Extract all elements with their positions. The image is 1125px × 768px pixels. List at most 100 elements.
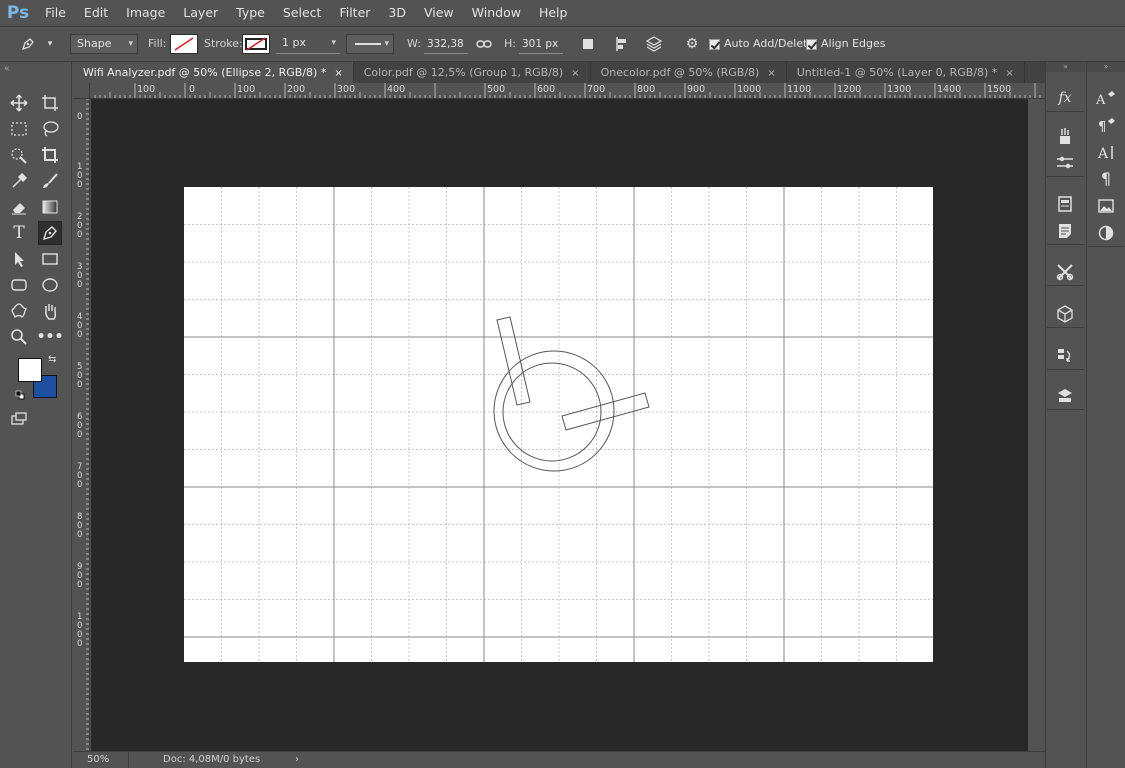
tools-icon[interactable] <box>1047 258 1083 285</box>
chevron-down-icon: ▾ <box>128 39 133 49</box>
stroke-label: Stroke: <box>204 37 243 50</box>
vertical-scrollbar[interactable] <box>1028 99 1045 751</box>
menu-edit[interactable]: Edit <box>75 0 117 26</box>
screen-mode-icon[interactable] <box>7 407 31 431</box>
tool-mode-select[interactable]: Shape ▾ <box>70 34 138 54</box>
gear-icon[interactable]: ⚙ <box>682 34 702 54</box>
menu-type[interactable]: Type <box>227 0 274 26</box>
history-icon[interactable] <box>1047 342 1083 369</box>
menu-help[interactable]: Help <box>530 0 577 26</box>
align-edges-checkbox[interactable]: Align Edges <box>806 34 886 54</box>
type-icon[interactable]: T <box>7 221 31 245</box>
default-colors-icon[interactable] <box>15 389 25 400</box>
swap-colors-icon[interactable]: ⇆ <box>48 354 56 365</box>
ellipse-icon[interactable] <box>38 273 62 297</box>
custom-shape-icon[interactable] <box>7 299 31 323</box>
crop-icon[interactable] <box>38 143 62 167</box>
horizontal-ruler[interactable]: 100 0 100 200 300 400 500 600 700 800 90… <box>90 83 1045 99</box>
stroke-swatch[interactable] <box>242 34 270 54</box>
menu-filter[interactable]: Filter <box>330 0 379 26</box>
layers-icon[interactable] <box>1047 382 1083 409</box>
path-alignment-icon[interactable] <box>612 34 632 54</box>
document-workspace[interactable] <box>91 99 1028 751</box>
chevron-down-icon[interactable]: ▾ <box>40 34 60 54</box>
menu-file[interactable]: File <box>36 0 75 26</box>
close-icon[interactable]: × <box>1005 68 1013 79</box>
artboard-icon[interactable] <box>38 91 62 115</box>
collapse-panel-icon[interactable]: » <box>1046 62 1085 72</box>
rectangle-shape[interactable] <box>496 316 531 406</box>
collapse-panel-icon[interactable]: « <box>4 64 10 74</box>
height-field[interactable]: 301 px <box>519 34 563 54</box>
quick-select-icon[interactable] <box>7 143 31 167</box>
zoom-level-field[interactable]: 50% <box>73 752 129 768</box>
chevron-right-icon[interactable]: › <box>295 752 299 768</box>
lasso-icon[interactable] <box>38 117 62 141</box>
character-styles-icon[interactable]: A <box>1088 138 1124 165</box>
fill-swatch[interactable] <box>170 34 198 54</box>
paragraph-icon[interactable]: ¶ <box>1088 165 1124 192</box>
pen-icon[interactable] <box>38 221 62 245</box>
menu-3d[interactable]: 3D <box>379 0 415 26</box>
more-icon[interactable]: ••• <box>37 325 64 349</box>
checkbox-checked-icon <box>806 38 817 50</box>
character-icon[interactable]: A <box>1088 84 1124 111</box>
menu-select[interactable]: Select <box>274 0 331 26</box>
ruler-origin[interactable] <box>73 83 90 99</box>
collapse-panel-icon[interactable]: » <box>1087 62 1125 72</box>
eraser-icon[interactable] <box>7 195 31 219</box>
path-arrangement-icon[interactable] <box>644 34 664 54</box>
ruler-label: 700 <box>587 84 606 95</box>
ruler-label: 9 0 0 <box>77 562 83 590</box>
zoom-icon[interactable] <box>7 325 31 349</box>
path-select-icon[interactable] <box>7 247 31 271</box>
tab-onecolor[interactable]: Onecolor.pdf @ 50% (RGB/8) × <box>590 62 787 83</box>
eyedropper-icon[interactable] <box>7 169 31 193</box>
close-icon[interactable]: × <box>571 68 579 79</box>
fx-icon[interactable]: fx <box>1047 84 1083 111</box>
menu-image[interactable]: Image <box>117 0 174 26</box>
ruler-label: 8 0 0 <box>77 512 83 540</box>
stroke-width-field[interactable]: 1 px ▾ <box>276 34 340 54</box>
gradient-icon[interactable] <box>38 195 62 219</box>
app-logo[interactable]: Ps <box>0 0 36 26</box>
path-operations-icon[interactable] <box>578 34 598 54</box>
brush-settings-icon[interactable] <box>1047 122 1083 149</box>
rectangle-shape[interactable] <box>561 392 650 431</box>
rounded-rect-icon[interactable] <box>7 273 31 297</box>
rectangle-icon[interactable] <box>38 247 62 271</box>
auto-add-delete-checkbox[interactable]: Auto Add/Delete <box>709 34 814 54</box>
tab-wifi-analyzer[interactable]: Wifi Analyzer.pdf @ 50% (Ellipse 2, RGB/… <box>73 62 354 83</box>
tab-label: Color.pdf @ 12,5% (Group 1, RGB/8) <box>363 66 564 79</box>
menu-view[interactable]: View <box>415 0 463 26</box>
tab-untitled-1[interactable]: Untitled-1 @ 50% (Layer 0, RGB/8) * × <box>786 62 1025 83</box>
adjustments-icon[interactable] <box>1047 149 1083 176</box>
link-icon[interactable] <box>474 34 494 54</box>
paragraph-style-icon[interactable]: ¶ <box>1088 111 1124 138</box>
brush-icon[interactable] <box>38 169 62 193</box>
menu-layer[interactable]: Layer <box>174 0 227 26</box>
color-wheel-icon[interactable] <box>1088 219 1124 246</box>
properties-icon[interactable] <box>1047 190 1083 217</box>
close-icon[interactable]: × <box>767 68 775 79</box>
tab-color[interactable]: Color.pdf @ 12,5% (Group 1, RGB/8) × <box>353 62 591 83</box>
tab-label: Wifi Analyzer.pdf @ 50% (Ellipse 2, RGB/… <box>83 66 327 79</box>
stroke-type-select[interactable]: ▾ <box>346 34 394 54</box>
width-field[interactable]: 332,38 px <box>424 34 468 54</box>
svg-text:¶: ¶ <box>1098 120 1106 133</box>
pen-tool-preset-icon[interactable] <box>18 34 38 54</box>
vertical-ruler[interactable]: 0 1 0 0 2 0 0 3 0 0 4 0 0 5 0 0 6 0 0 7 0 0 8 0 … <box>73 99 90 751</box>
panel-group <box>1047 382 1084 410</box>
menu-window[interactable]: Window <box>463 0 530 26</box>
close-icon[interactable]: × <box>334 68 342 79</box>
image-icon[interactable] <box>1088 192 1124 219</box>
document-canvas[interactable] <box>184 187 933 662</box>
marquee-icon[interactable] <box>7 117 31 141</box>
ruler-label: 1300 <box>887 84 912 95</box>
hand-icon[interactable] <box>38 299 62 323</box>
3d-icon[interactable] <box>1047 300 1083 327</box>
outer-ellipse[interactable] <box>493 350 615 472</box>
move-icon[interactable] <box>7 91 31 115</box>
notes-icon[interactable] <box>1047 217 1083 244</box>
foreground-color-swatch[interactable] <box>18 358 42 382</box>
